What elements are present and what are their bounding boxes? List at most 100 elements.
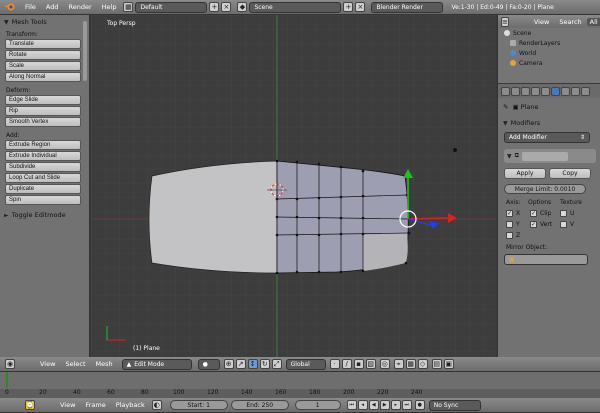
data-tab-icon[interactable]	[561, 86, 570, 96]
pin-icon[interactable]: ✎	[503, 103, 508, 111]
mesh-tools-panel-header[interactable]: ▼ Mesh Tools	[0, 15, 89, 29]
spin-button[interactable]: Spin	[5, 195, 81, 205]
jump-end-icon[interactable]: ⏭	[401, 400, 412, 410]
clip-checkbox[interactable]: ✓	[530, 210, 537, 217]
record-icon[interactable]: ●	[414, 400, 425, 410]
layout-close-icon[interactable]: ×	[221, 2, 232, 12]
extrude-individual-button[interactable]: Extrude Individual	[5, 151, 81, 161]
outliner-item-world[interactable]: World	[498, 48, 600, 58]
axis-x-checkbox[interactable]: ✓	[506, 210, 513, 217]
modifier-display-toggles[interactable]	[521, 151, 568, 161]
transform-orientation-select[interactable]: Global	[285, 358, 326, 370]
scene-close-icon[interactable]: ×	[355, 2, 366, 12]
axis-y-checkbox[interactable]	[506, 221, 513, 228]
extrude-region-button[interactable]: Extrude Region	[5, 140, 81, 150]
jump-start-icon[interactable]: ⏮	[346, 400, 357, 410]
axis-z-checkbox[interactable]	[506, 232, 513, 239]
subdivide-button[interactable]: Subdivide	[5, 162, 81, 172]
translate-manipulator-icon[interactable]: ↕	[247, 359, 258, 369]
outliner-item-camera[interactable]: Camera	[498, 58, 600, 68]
loop-cut-button[interactable]: Loop Cut and Slide	[5, 173, 81, 183]
layout-add-icon[interactable]: +	[209, 2, 220, 12]
object-tab-icon[interactable]	[531, 86, 540, 96]
current-frame-indicator[interactable]	[6, 372, 8, 388]
current-frame-field[interactable]: 1	[294, 400, 341, 410]
toggle-editmode-panel-header[interactable]: ► Toggle Editmode	[0, 208, 89, 222]
snap-icon[interactable]: ⌖	[393, 359, 404, 369]
render-engine-select[interactable]: Blender Render	[371, 1, 444, 13]
proportional-edit-icon[interactable]: ◎	[379, 359, 390, 369]
timeline-editor-icon[interactable]: ⌚	[25, 400, 35, 410]
scale-button[interactable]: Scale	[5, 61, 81, 71]
texture-tab-icon[interactable]	[581, 86, 590, 96]
menu-file[interactable]: File	[20, 3, 41, 11]
rotate-manipulator-icon[interactable]: ↻	[259, 359, 270, 369]
outliner-search-menu[interactable]: Search	[554, 18, 586, 26]
copy-button[interactable]: Copy	[549, 168, 591, 179]
timeline-view-menu[interactable]: View	[55, 401, 80, 409]
outliner-editor-icon[interactable]: ≡	[501, 16, 509, 27]
3d-viewport[interactable]: Top Persp (1) Plane	[91, 15, 496, 357]
snap-element-icon[interactable]: ▦	[405, 359, 416, 369]
layout-browse-icon[interactable]: ▦	[123, 2, 134, 12]
pivot-point-icon[interactable]: ⊕	[223, 359, 234, 369]
face-select-icon[interactable]: ▪	[353, 359, 364, 369]
outliner-item-scene[interactable]: Scene	[498, 28, 600, 38]
menu-mesh[interactable]: Mesh	[91, 360, 118, 368]
layout-field[interactable]: Default	[135, 1, 208, 13]
end-frame-field[interactable]: End: 250	[230, 400, 289, 410]
mirror-object-field[interactable]: ▣	[504, 254, 588, 265]
mesh-unselected-faces[interactable]	[148, 160, 278, 274]
vert-checkbox[interactable]: ✓	[530, 221, 537, 228]
render-tab-icon[interactable]	[501, 86, 510, 96]
translate-button[interactable]: Translate	[5, 39, 81, 49]
scene-browse-icon[interactable]: ◆	[237, 2, 248, 12]
timeline-frame-menu[interactable]: Frame	[80, 401, 110, 409]
timeline-playback-menu[interactable]: Playback	[111, 401, 150, 409]
outliner-item-renderlayers[interactable]: RenderLayers	[498, 38, 600, 48]
tool-shelf-scrollbar[interactable]	[83, 21, 87, 81]
manipulator-toggle-icon[interactable]: ↗	[235, 359, 246, 369]
keying-icon[interactable]: ◐	[151, 400, 162, 410]
play-reverse-icon[interactable]: ◀	[368, 400, 379, 410]
mirror-modifier-header[interactable]: ▼ ⧉	[504, 149, 596, 163]
play-icon[interactable]: ▶	[379, 400, 390, 410]
scale-manipulator-icon[interactable]: ⤢	[271, 359, 282, 369]
rotate-button[interactable]: Rotate	[5, 50, 81, 60]
mode-select[interactable]: ▲ Edit Mode	[121, 358, 192, 370]
vertex-select-icon[interactable]: ·	[329, 359, 340, 369]
editor-type-icon[interactable]: ◉	[5, 359, 15, 369]
along-normal-button[interactable]: Along Normal	[5, 72, 81, 82]
scene-field[interactable]: Scene	[249, 1, 342, 13]
blender-logo-icon[interactable]	[3, 2, 17, 13]
timeline[interactable]: 0 20 40 60 80 100 120 140 160 180 200 22…	[0, 372, 600, 398]
scene-tab-icon[interactable]	[511, 86, 520, 96]
outliner-filter-all[interactable]: All	[586, 17, 600, 26]
modifiers-panel-header[interactable]: ▼ Modifiers	[498, 117, 600, 129]
smooth-vertex-button[interactable]: Smooth Vertex	[5, 117, 81, 127]
lamp-object[interactable]	[453, 148, 457, 152]
merge-limit-field[interactable]: Merge Limit: 0.0010	[504, 184, 586, 194]
modifiers-tab-icon[interactable]	[551, 86, 560, 96]
outliner-view-menu[interactable]: View	[529, 18, 554, 26]
edge-select-icon[interactable]: /	[341, 359, 352, 369]
menu-help[interactable]: Help	[97, 3, 122, 11]
world-tab-icon[interactable]	[521, 86, 530, 96]
add-modifier-dropdown[interactable]: Add Modifier ⇕	[504, 132, 590, 143]
material-tab-icon[interactable]	[571, 86, 580, 96]
scene-add-icon[interactable]: +	[343, 2, 354, 12]
menu-render[interactable]: Render	[63, 3, 96, 11]
texture-v-checkbox[interactable]	[560, 221, 567, 228]
viewport-canvas[interactable]	[91, 15, 496, 357]
limit-selection-icon[interactable]: ▧	[365, 359, 376, 369]
menu-view[interactable]: View	[35, 360, 60, 368]
snap-target-icon[interactable]: ◇	[417, 359, 428, 369]
rip-button[interactable]: Rip	[5, 106, 81, 116]
start-frame-field[interactable]: Start: 1	[169, 400, 228, 410]
jump-keyframe-forward-icon[interactable]: ▸	[390, 400, 401, 410]
menu-select[interactable]: Select	[60, 360, 90, 368]
sync-mode-select[interactable]: No Sync	[428, 399, 481, 411]
constraints-tab-icon[interactable]	[541, 86, 550, 96]
viewport-shading-select[interactable]: ●	[197, 358, 220, 370]
apply-button[interactable]: Apply	[504, 168, 546, 179]
